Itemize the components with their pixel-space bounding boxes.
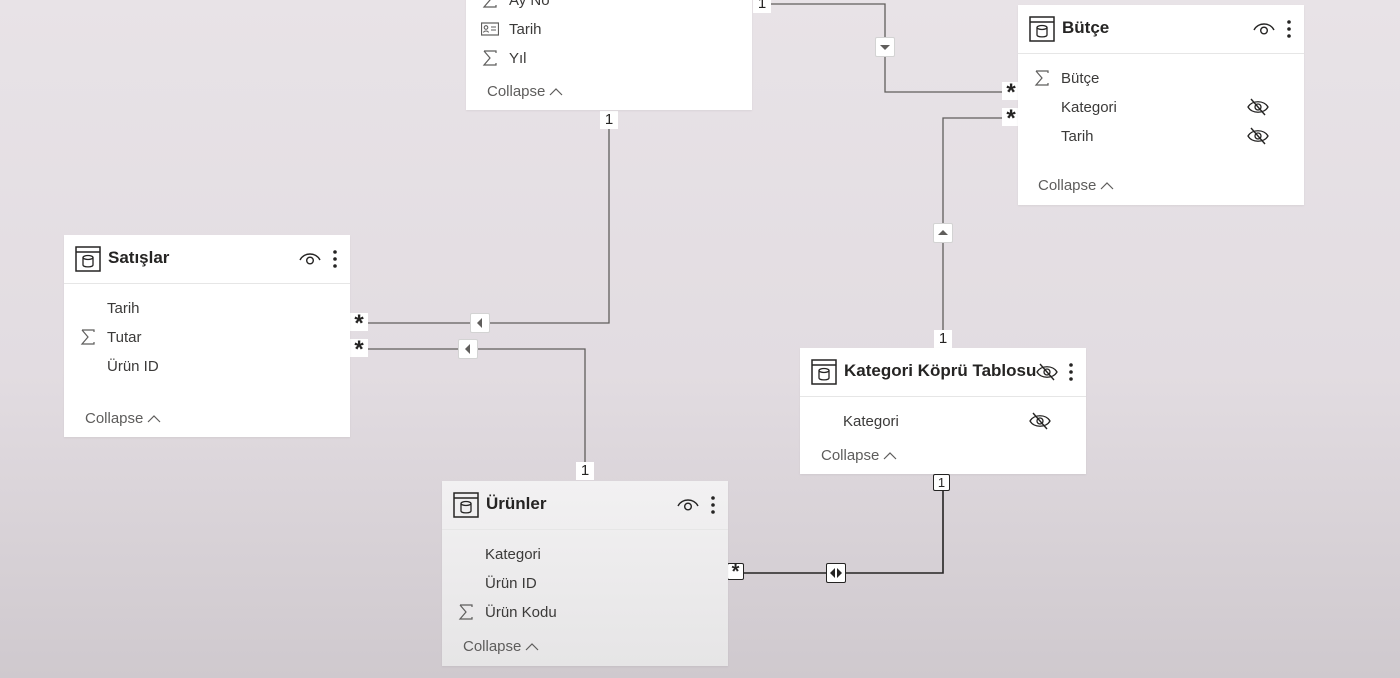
- cardinality-one-marker: 1: [933, 474, 950, 491]
- filter-direction-down-icon[interactable]: [875, 37, 895, 57]
- field-label: Kategori: [843, 413, 899, 430]
- table-icon: [1029, 16, 1055, 42]
- eye-icon[interactable]: [677, 495, 699, 515]
- field-row[interactable]: Tarih: [1018, 122, 1304, 151]
- eye-icon[interactable]: [299, 249, 321, 269]
- cardinality-one-marker: 1: [576, 462, 594, 480]
- field-row[interactable]: Ay No: [466, 0, 752, 15]
- chevron-up-icon: [525, 643, 539, 651]
- more-options-icon[interactable]: [709, 493, 717, 517]
- hidden-eye-icon[interactable]: [1036, 362, 1058, 382]
- field-label: Tarih: [1061, 128, 1094, 145]
- table-header[interactable]: Bütçe: [1018, 5, 1304, 54]
- eye-icon[interactable]: [1253, 19, 1275, 39]
- relationship-line-kategori-butce[interactable]: [942, 117, 1012, 340]
- table-header[interactable]: Satışlar: [64, 235, 350, 284]
- hidden-eye-icon[interactable]: [1247, 97, 1269, 117]
- table-card-takvim[interactable]: Ay No Tarih Yıl Collapse: [466, 0, 752, 110]
- filter-direction-both-icon[interactable]: [826, 563, 846, 583]
- field-row[interactable]: Ürün ID: [442, 569, 728, 598]
- more-options-icon[interactable]: [1285, 17, 1293, 41]
- filter-direction-up-icon[interactable]: [933, 223, 953, 243]
- field-label: Ay No: [509, 0, 550, 9]
- sigma-icon: [482, 50, 497, 66]
- field-label: Ürün ID: [107, 358, 159, 375]
- field-label: Tarih: [107, 300, 140, 317]
- field-row[interactable]: Kategori: [800, 407, 1086, 436]
- table-header[interactable]: Ürünler: [442, 481, 728, 530]
- sigma-icon: [80, 329, 95, 345]
- cardinality-one-marker: 1: [600, 111, 618, 129]
- sigma-icon: [1034, 70, 1049, 86]
- field-row[interactable]: Tarih: [466, 15, 752, 44]
- table-card-kategori-kopru[interactable]: Kategori Köprü Tablosu Kategori Collapse: [800, 348, 1086, 474]
- table-icon: [453, 492, 479, 518]
- cardinality-many-marker: *: [350, 312, 368, 336]
- collapse-label: Collapse: [487, 83, 546, 100]
- field-label: Tutar: [107, 329, 142, 346]
- collapse-label: Collapse: [85, 410, 144, 427]
- hidden-eye-icon[interactable]: [1247, 126, 1269, 146]
- field-row[interactable]: Yıl: [466, 44, 752, 73]
- table-card-satislar[interactable]: Satışlar Tarih Tutar Ürün ID Collapse: [64, 235, 350, 437]
- table-title: Ürünler: [486, 494, 547, 513]
- collapse-button[interactable]: Collapse: [1038, 177, 1114, 194]
- table-title: Satışlar: [108, 248, 170, 267]
- relationship-line-urunler-satislar[interactable]: [358, 348, 586, 471]
- cardinality-one-marker: 1: [753, 0, 771, 13]
- collapse-button[interactable]: Collapse: [821, 447, 897, 464]
- id-card-icon: [481, 22, 499, 36]
- filter-direction-left-icon[interactable]: [458, 339, 478, 359]
- chevron-up-icon: [549, 88, 563, 96]
- field-row[interactable]: Ürün Kodu: [442, 598, 728, 627]
- more-options-icon[interactable]: [331, 247, 339, 271]
- collapse-button[interactable]: Collapse: [85, 410, 161, 427]
- table-card-urunler[interactable]: Ürünler Kategori Ürün ID Ürün Kodu Colla…: [442, 481, 728, 666]
- table-card-butce[interactable]: Bütçe Bütçe Kategori Tarih Collapse: [1018, 5, 1304, 205]
- field-label: Kategori: [485, 546, 541, 563]
- sigma-icon: [458, 604, 473, 620]
- collapse-button[interactable]: Collapse: [487, 83, 563, 100]
- collapse-label: Collapse: [821, 447, 880, 464]
- collapse-button[interactable]: Collapse: [463, 638, 539, 655]
- more-options-icon[interactable]: [1067, 360, 1075, 384]
- field-row[interactable]: Bütçe: [1018, 64, 1304, 93]
- chevron-up-icon: [883, 452, 897, 460]
- field-row[interactable]: Tutar: [64, 323, 350, 352]
- field-row[interactable]: Kategori: [442, 540, 728, 569]
- cardinality-many-marker: *: [727, 562, 744, 582]
- field-label: Ürün ID: [485, 575, 537, 592]
- field-row[interactable]: Tarih: [64, 294, 350, 323]
- cardinality-many-marker: *: [350, 338, 368, 362]
- filter-direction-left-icon[interactable]: [470, 313, 490, 333]
- table-title: Bütçe: [1062, 18, 1110, 37]
- relationship-line-kategori-urunler[interactable]: [737, 483, 944, 574]
- collapse-label: Collapse: [1038, 177, 1097, 194]
- field-row[interactable]: Ürün ID: [64, 352, 350, 381]
- table-icon: [75, 246, 101, 272]
- relationship-line-takvim-satislar[interactable]: [358, 128, 610, 324]
- field-row[interactable]: Kategori: [1018, 93, 1304, 122]
- sigma-icon: [482, 0, 497, 8]
- field-label: Tarih: [509, 21, 542, 38]
- hidden-eye-icon[interactable]: [1029, 411, 1051, 431]
- table-header[interactable]: Kategori Köprü Tablosu: [800, 348, 1086, 397]
- collapse-label: Collapse: [463, 638, 522, 655]
- cardinality-one-marker: 1: [934, 330, 952, 348]
- field-label: Bütçe: [1061, 70, 1100, 87]
- table-title: Kategori Köprü Tablosu: [844, 361, 1037, 380]
- table-icon: [811, 359, 837, 385]
- chevron-up-icon: [1100, 182, 1114, 190]
- field-label: Ürün Kodu: [485, 604, 557, 621]
- chevron-up-icon: [147, 415, 161, 423]
- model-view-canvas[interactable]: 1 * * 1 * * 1 1 1 * Ay No Tarih Yıl Coll…: [0, 0, 1400, 678]
- field-label: Kategori: [1061, 99, 1117, 116]
- field-label: Yıl: [509, 50, 527, 67]
